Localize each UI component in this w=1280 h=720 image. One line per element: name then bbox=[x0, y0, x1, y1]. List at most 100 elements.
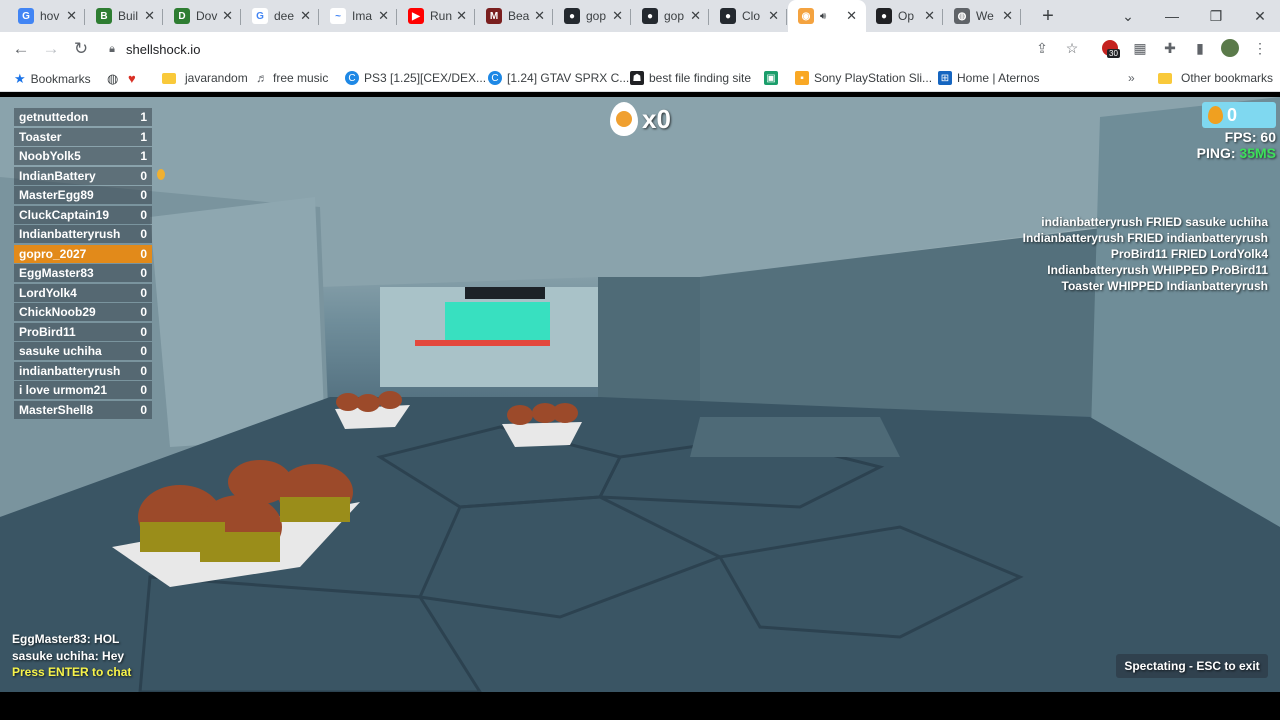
browser-tab[interactable]: Gdee ✕ bbox=[242, 0, 320, 32]
extension-color-icon[interactable]: ▦ bbox=[1130, 38, 1150, 58]
share-icon[interactable]: ⇪ bbox=[1032, 38, 1052, 58]
tab-favicon-icon: ◍ bbox=[954, 8, 970, 24]
tab-title: Run bbox=[430, 9, 452, 23]
minimize-button[interactable]: — bbox=[1150, 0, 1194, 32]
kill-counter: x0 bbox=[610, 102, 671, 136]
egg-currency-box: 0 bbox=[1202, 102, 1276, 128]
bookmark-aternos[interactable]: ⊞ Home | Aternos bbox=[938, 71, 1040, 85]
reload-button[interactable]: ↻ bbox=[66, 34, 96, 64]
side-panel-icon[interactable]: ▮ bbox=[1190, 38, 1210, 58]
bottom-black-band bbox=[0, 692, 1280, 720]
menu-kebab-icon[interactable]: ⋮ bbox=[1250, 38, 1270, 58]
tab-close-icon[interactable]: ✕ bbox=[300, 8, 311, 24]
player-name: EggMaster83 bbox=[19, 266, 94, 280]
tab-close-icon[interactable]: ✕ bbox=[768, 8, 779, 24]
bookmark-sony[interactable]: ▪ Sony PlayStation Sli... bbox=[795, 71, 932, 85]
extension-record-icon[interactable]: 30 bbox=[1100, 38, 1120, 58]
c-icon: C bbox=[488, 71, 502, 85]
kill-feed-entry: Indianbatteryrush WHIPPED ProBird11 bbox=[1047, 263, 1268, 277]
globe-icon: ◍ bbox=[107, 71, 119, 86]
tab-close-icon[interactable]: ✕ bbox=[924, 8, 935, 24]
bookmark-star-icon[interactable]: ☆ bbox=[1062, 38, 1082, 58]
browser-tab[interactable]: ◍ We ✕ bbox=[944, 0, 1022, 32]
forward-button[interactable]: → bbox=[36, 34, 66, 64]
tab-favicon-icon: G bbox=[252, 8, 268, 24]
tab-title: Buil bbox=[118, 9, 139, 23]
egg-count: 0 bbox=[1227, 104, 1238, 125]
player-name: NoobYolk5 bbox=[19, 149, 81, 163]
bookmark-heart[interactable]: ♥ bbox=[128, 71, 136, 86]
tab-close-icon[interactable]: ✕ bbox=[222, 8, 233, 24]
tab-close-icon[interactable]: ✕ bbox=[144, 8, 155, 24]
address-bar[interactable]: 🔒︎ shellshock.io bbox=[104, 35, 1094, 63]
browser-tab[interactable]: ● gop ✕ bbox=[554, 0, 632, 32]
player-score: 0 bbox=[140, 246, 147, 261]
scene-background bbox=[0, 97, 1280, 692]
tab-favicon-icon: ● bbox=[720, 8, 736, 24]
kill-feed-entry: ProBird11 FRIED LordYolk4 bbox=[1110, 247, 1268, 261]
kill-feed: indianbatteryrush FRIED sasuke uchiha Ind… bbox=[1023, 214, 1268, 294]
player-score: 0 bbox=[140, 266, 147, 280]
star-icon: ★ bbox=[14, 71, 26, 86]
browser-tab[interactable]: M Bea ✕ bbox=[476, 0, 554, 32]
tab-close-icon[interactable]: ✕ bbox=[378, 8, 389, 24]
bookmark-free-music[interactable]: ♬ free music bbox=[256, 71, 328, 85]
player-name: LordYolk4 bbox=[19, 285, 77, 300]
profile-avatar[interactable] bbox=[1220, 38, 1240, 58]
tab-title: hov bbox=[40, 9, 60, 23]
browser-tab[interactable]: ◉ 🔊︎ ✕ bbox=[788, 0, 866, 32]
scoreboard-row: CluckCaptain19 0 bbox=[14, 205, 152, 224]
tab-title: We bbox=[976, 9, 994, 23]
browser-tab[interactable]: ● Clo ✕ bbox=[710, 0, 788, 32]
browser-tab[interactable]: ● Op ✕ bbox=[866, 0, 944, 32]
tab-close-icon[interactable]: ✕ bbox=[456, 8, 467, 24]
chat-prompt[interactable]: Press ENTER to chat bbox=[12, 664, 131, 681]
bookmark-other[interactable]: Other bookmarks bbox=[1158, 71, 1273, 85]
browser-tab[interactable]: ~ Ima ✕ bbox=[320, 0, 398, 32]
player-name: CluckCaptain19 bbox=[19, 207, 110, 222]
tab-audio-icon[interactable]: 🔊︎ bbox=[820, 11, 826, 22]
tab-title: gop bbox=[664, 9, 685, 23]
tab-close-icon[interactable]: ✕ bbox=[534, 8, 545, 24]
player-score: 1 bbox=[140, 149, 147, 163]
scoreboard: getnuttedon 1 Toaster 1 NoobYolk5 1 IndianBatt… bbox=[14, 108, 152, 420]
bookmark-app[interactable]: ▣ bbox=[764, 71, 778, 85]
extensions-puzzle-icon[interactable]: ✚ bbox=[1160, 38, 1180, 58]
chat-box: EggMaster83: HOL sasuke uchiha: Hey Pres… bbox=[12, 631, 131, 681]
bookmark-file-finding[interactable]: ☗ best file finding site bbox=[630, 71, 751, 85]
scoreboard-row: Indianbatteryrush 0 bbox=[14, 225, 152, 243]
tab-search-icon[interactable]: ⌄ bbox=[1106, 0, 1150, 32]
tab-close-icon[interactable]: ✕ bbox=[1002, 8, 1013, 24]
restore-button[interactable]: ❐ bbox=[1194, 0, 1238, 32]
close-window-button[interactable]: ✕ bbox=[1238, 0, 1280, 32]
ping-label: PING: bbox=[1196, 145, 1236, 161]
bag-icon: ▪ bbox=[795, 71, 809, 85]
player-score: 1 bbox=[140, 110, 147, 124]
spectate-banner[interactable]: Spectating - ESC to exit bbox=[1116, 654, 1268, 678]
bookmark-gtav[interactable]: C [1.24] GTAV SPRX C... bbox=[488, 71, 629, 85]
back-button[interactable]: ← bbox=[6, 34, 36, 64]
bookmark-ps3[interactable]: C PS3 [1.25][CEX/DEX... bbox=[345, 71, 486, 85]
tab-close-icon[interactable]: ✕ bbox=[66, 8, 77, 24]
tab-title: Ima bbox=[352, 9, 373, 23]
browser-tab[interactable]: ● gop ✕ bbox=[632, 0, 710, 32]
tab-close-icon[interactable]: ✕ bbox=[846, 8, 857, 24]
new-tab-button[interactable]: + bbox=[1034, 2, 1062, 30]
bookmark-javarandom[interactable]: javarandom bbox=[162, 71, 248, 85]
browser-tab[interactable]: B Buil ✕ bbox=[86, 0, 164, 32]
c-icon: C bbox=[345, 71, 359, 85]
music-icon: ♬ bbox=[256, 71, 268, 85]
player-name: Toaster bbox=[19, 129, 62, 144]
tab-favicon-icon: ▶ bbox=[408, 8, 424, 24]
browser-tab[interactable]: D Dov ✕ bbox=[164, 0, 242, 32]
tab-close-icon[interactable]: ✕ bbox=[612, 8, 623, 24]
browser-tab[interactable]: Ghov ✕ bbox=[8, 0, 86, 32]
tab-favicon-icon: ● bbox=[564, 8, 580, 24]
game-viewport[interactable]: getnuttedon 1 Toaster 1 NoobYolk5 1 IndianBatt… bbox=[0, 97, 1280, 692]
bookmark-bookmarks[interactable]: ★ Bookmarks bbox=[14, 71, 91, 87]
bookmarks-overflow-chevron-icon[interactable]: » bbox=[1128, 71, 1135, 85]
browser-tab[interactable]: ▶ Run ✕ bbox=[398, 0, 476, 32]
bookmark-globe[interactable]: ◍ bbox=[107, 71, 118, 87]
tab-close-icon[interactable]: ✕ bbox=[690, 8, 701, 24]
player-name: Indianbatteryrush bbox=[19, 227, 121, 241]
